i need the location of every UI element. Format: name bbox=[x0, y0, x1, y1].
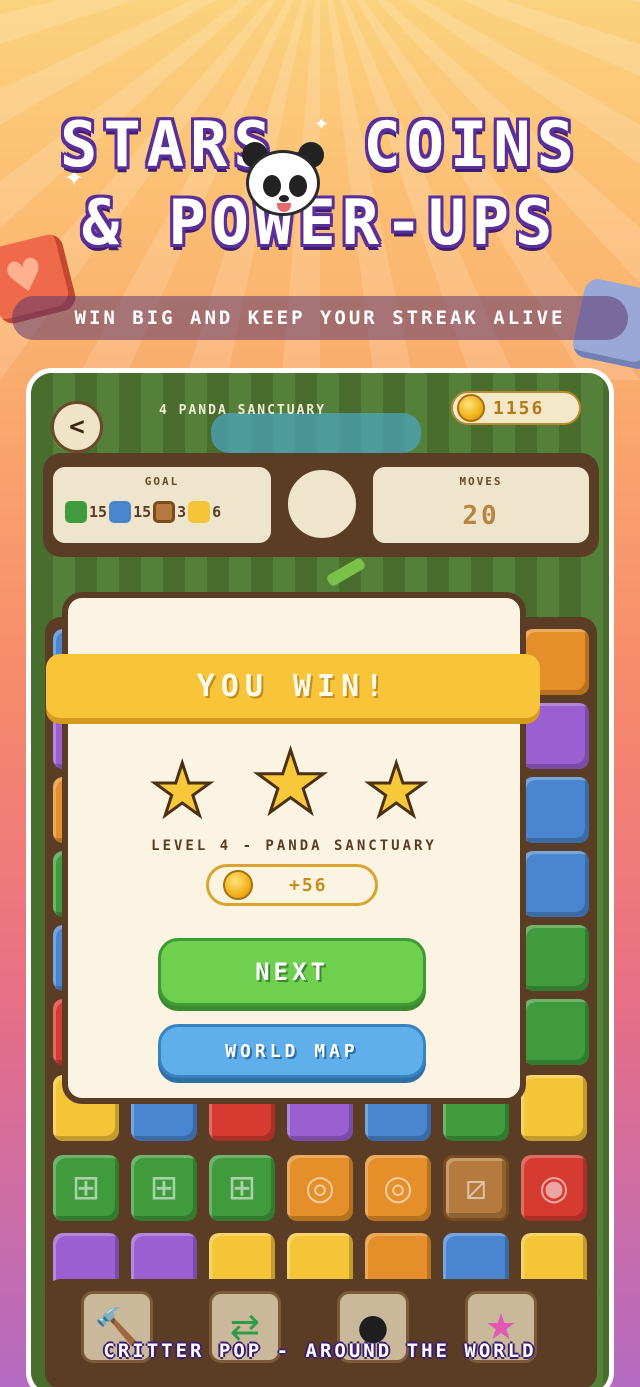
moves-label: MOVES bbox=[459, 475, 503, 488]
panda-nose bbox=[279, 195, 289, 202]
goal-label: GOAL bbox=[144, 475, 180, 488]
panda-eye bbox=[289, 175, 307, 197]
board-tile[interactable]: ⧄ bbox=[443, 1155, 509, 1221]
board-tile[interactable] bbox=[523, 777, 589, 843]
goal-item: 15 bbox=[65, 501, 107, 523]
next-button[interactable]: NEXT bbox=[158, 938, 426, 1006]
knot-icon: ⊞ bbox=[71, 1168, 101, 1208]
board-tile[interactable] bbox=[523, 851, 589, 917]
goal-count: 3 bbox=[177, 503, 187, 521]
star-icon: ★ bbox=[363, 748, 431, 832]
coin-reward: +56 bbox=[206, 864, 378, 906]
goal-item: 15 bbox=[109, 501, 151, 523]
board-tile[interactable] bbox=[523, 999, 589, 1065]
level-title: 4 PANDA SANCTUARY bbox=[159, 403, 327, 418]
board-tile[interactable]: ◎ bbox=[287, 1155, 353, 1221]
goal-item: 3 bbox=[153, 501, 186, 523]
world-map-button[interactable]: WORLD MAP bbox=[158, 1024, 426, 1078]
board-tile[interactable]: ◉ bbox=[521, 1155, 587, 1221]
level-summary: LEVEL 4 - PANDA SANCTUARY bbox=[151, 838, 437, 854]
win-banner: YOU WIN! bbox=[46, 654, 540, 718]
moves-panel: MOVES 20 bbox=[373, 467, 589, 543]
goal-list: 15 15 3 6 bbox=[65, 501, 221, 523]
panda-head bbox=[246, 150, 320, 216]
subtitle-banner: WIN BIG AND KEEP YOUR STREAK ALIVE bbox=[12, 296, 628, 340]
board-tile[interactable]: ◎ bbox=[365, 1155, 431, 1221]
knot-icon: ⊞ bbox=[227, 1168, 257, 1208]
coin-tile-icon: ◎ bbox=[383, 1168, 413, 1208]
lantern-icon: ◉ bbox=[539, 1168, 569, 1208]
star-rating: ★ ★ ★ bbox=[62, 734, 526, 834]
goal-count: 6 bbox=[212, 503, 222, 521]
gold-tile-icon bbox=[188, 501, 211, 523]
footer-tagline: CRITTER POP - AROUND THE WORLD bbox=[103, 1340, 537, 1362]
coin-balance-value: 1156 bbox=[493, 397, 545, 419]
panda-avatar bbox=[285, 467, 359, 541]
coin-balance: 1156 bbox=[451, 391, 581, 425]
river-decoration bbox=[211, 413, 421, 453]
back-button[interactable]: < bbox=[51, 401, 103, 453]
star-icon: ★ bbox=[250, 733, 330, 833]
star-icon: ★ bbox=[149, 748, 217, 832]
panda-mascot bbox=[242, 142, 324, 220]
board-tile[interactable]: ⊞ bbox=[53, 1155, 119, 1221]
coin-icon bbox=[457, 394, 485, 422]
coin-icon bbox=[223, 870, 253, 900]
board-tile[interactable] bbox=[521, 1075, 587, 1141]
moves-value: 20 bbox=[462, 501, 500, 531]
coin-reward-value: +56 bbox=[289, 874, 328, 896]
goal-count: 15 bbox=[133, 503, 152, 521]
booster-bar: 🔨 ⇄ ● ★ bbox=[45, 1279, 597, 1387]
board-tile[interactable]: ⊞ bbox=[131, 1155, 197, 1221]
panda-eye bbox=[263, 175, 281, 197]
back-chevron-icon: < bbox=[69, 412, 85, 442]
crate-tile-icon bbox=[153, 501, 176, 523]
green-tile-icon bbox=[65, 501, 87, 523]
board-tile[interactable] bbox=[523, 925, 589, 991]
goal-count: 15 bbox=[89, 503, 108, 521]
goal-panel: GOAL 15 15 3 6 bbox=[53, 467, 271, 543]
coin-tile-icon: ◎ bbox=[305, 1168, 335, 1208]
knot-icon: ⊞ bbox=[149, 1168, 179, 1208]
board-tile[interactable]: ⊞ bbox=[209, 1155, 275, 1221]
crate-icon: ⧄ bbox=[465, 1168, 487, 1208]
blue-vase-tile-icon bbox=[109, 501, 132, 523]
panda-mouth bbox=[277, 203, 291, 212]
goal-item: 6 bbox=[188, 501, 221, 523]
